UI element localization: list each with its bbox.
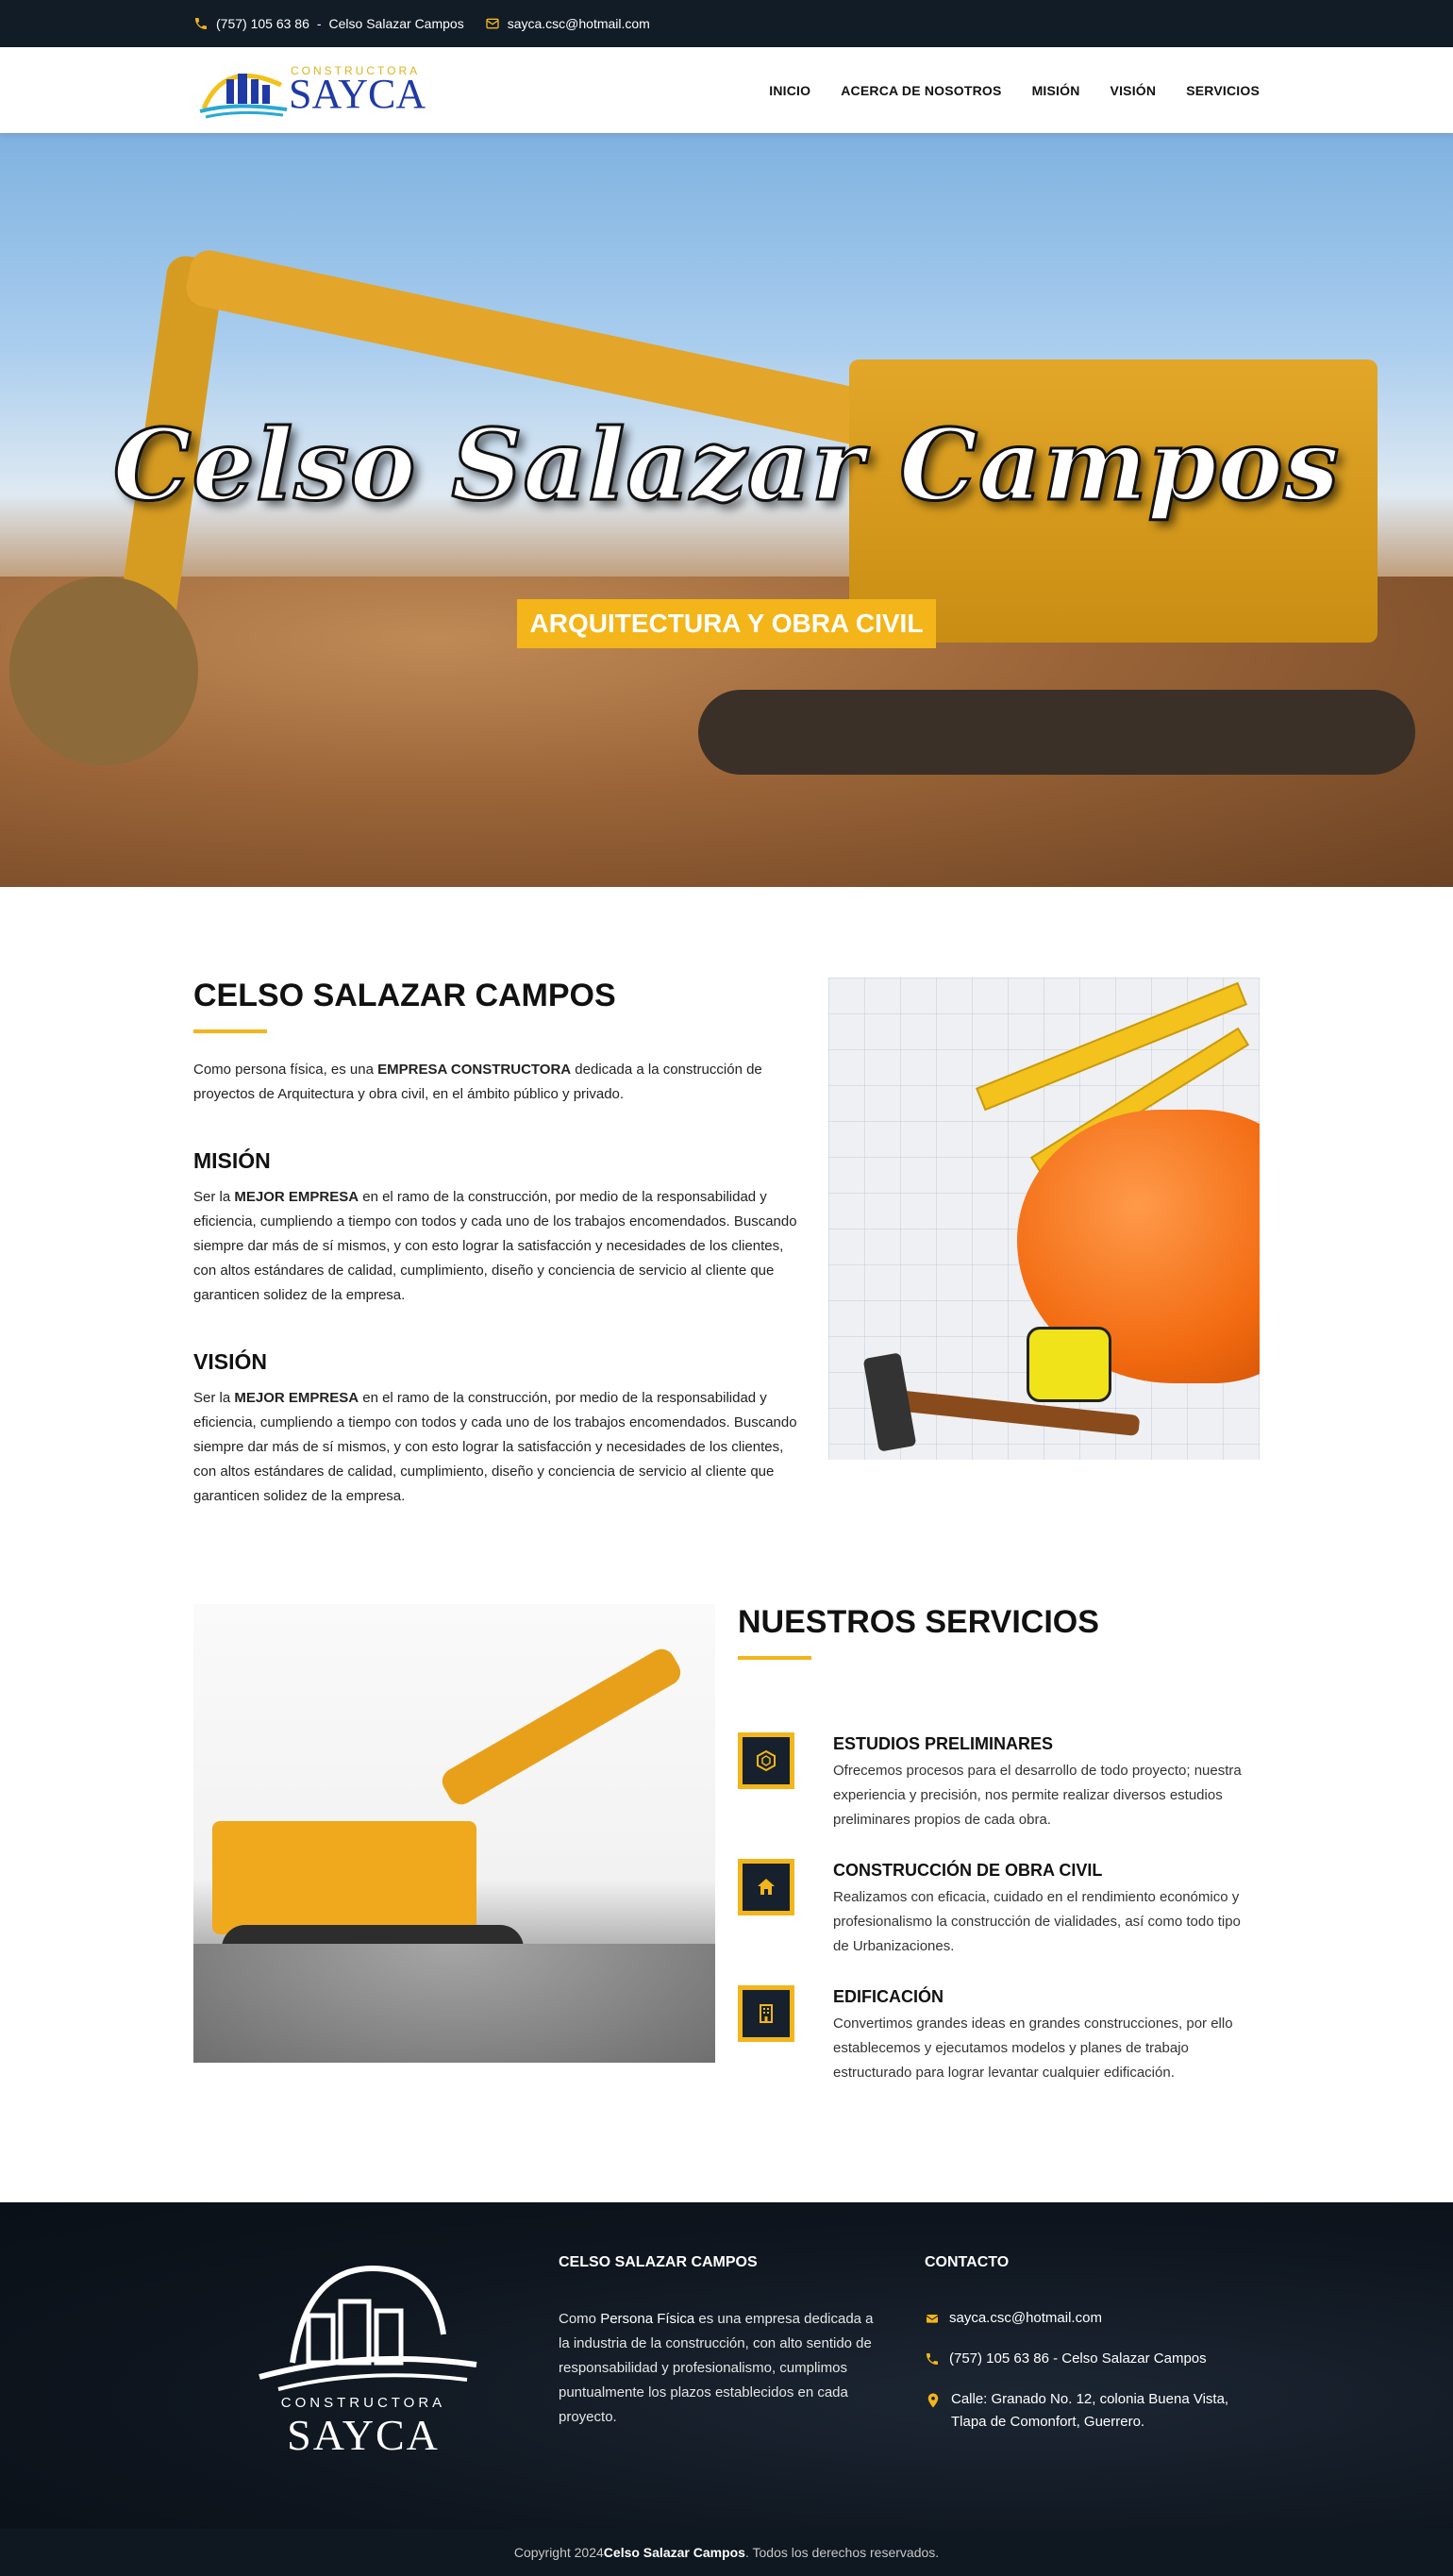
logo-name: SAYCA (289, 71, 426, 117)
vision-title: VISIÓN (193, 1349, 267, 1374)
vision-text: Ser la MEJOR EMPRESA en el ramo de la co… (193, 1386, 797, 1509)
mision-pre: Ser la (193, 1189, 235, 1205)
mision-post: en el ramo de la construcción, por medio… (193, 1189, 797, 1303)
service-title: EDIFICACIÓN (833, 1987, 944, 2006)
topbar-phone[interactable]: (757) 105 63 86 - Celso Salazar Campos (193, 16, 464, 31)
gravel-pile (193, 1944, 715, 2063)
top-bar: (757) 105 63 86 - Celso Salazar Campos s… (0, 0, 1453, 47)
services-excavator-image (193, 1604, 715, 2063)
copyright-pre: Copyright 2024 (513, 2545, 604, 2560)
about-title: CELSO SALAZAR CAMPOS (193, 978, 616, 1013)
hexagon-icon (738, 1732, 794, 1789)
service-title: CONSTRUCCIÓN DE OBRA CIVIL (833, 1861, 1103, 1880)
footer-about: CELSO SALAZAR CAMPOS Como Persona Física… (559, 2254, 884, 2430)
service-text: Realizamos con eficacia, cuidado en el r… (833, 1889, 1241, 1954)
footer-email-text: sayca.csc@hotmail.com (949, 2310, 1102, 2326)
footer-about-text: Como Persona Física es una empresa dedic… (559, 2307, 884, 2430)
vision-bold: MEJOR EMPRESA (234, 1390, 359, 1406)
topbar-phone-text: (757) 105 63 86 (216, 16, 309, 31)
main-nav: INICIO ACERCA DE NOSOTROS MISIÓN VISIÓN … (769, 47, 1260, 133)
about-intro-pre: Como persona física, es una (193, 1062, 378, 1078)
copyright-bar: Copyright 2024 Celso Salazar Campos. Tod… (0, 2529, 1453, 2576)
copyright-post: . Todos los derechos reservados. (744, 2545, 940, 2560)
vision-pre: Ser la (193, 1390, 235, 1406)
phone-icon (195, 18, 207, 29)
footer-contact-title: CONTACTO (925, 2254, 1010, 2270)
about-tools-image (828, 978, 1260, 1460)
mail-icon (486, 18, 499, 29)
hero-excavator-track (698, 690, 1415, 775)
services-title: NUESTROS SERVICIOS (738, 1604, 1099, 1640)
topbar-email[interactable]: sayca.csc@hotmail.com (485, 16, 650, 31)
service-text: Convertimos grandes ideas en grandes con… (833, 2016, 1233, 2081)
site-footer: CONSTRUCTORA SAYCA CELSO SALAZAR CAMPOS … (0, 2202, 1453, 2529)
logo-building-icon (199, 73, 288, 119)
nav-acerca[interactable]: ACERCA DE NOSOTROS (841, 83, 1001, 98)
mision-title: MISIÓN (193, 1148, 271, 1173)
mail-icon (926, 2315, 939, 2323)
hero-title: Celso Salazar Campos (111, 406, 1341, 525)
footer-phone[interactable]: (757) 105 63 86 - Celso Salazar Campos (925, 2348, 1245, 2370)
footer-logo-name: SAYCA (287, 2411, 440, 2459)
mision-bold: MEJOR EMPRESA (234, 1189, 359, 1205)
excavator-body (212, 1821, 476, 1934)
title-underline (193, 1029, 267, 1033)
phone-icon (927, 2353, 938, 2365)
vision-post: en el ramo de la construcción, por medio… (193, 1390, 797, 1504)
excavator-arm (437, 1644, 686, 1810)
hero-excavator-bucket (9, 577, 198, 765)
nav-inicio[interactable]: INICIO (769, 83, 810, 98)
nav-mision[interactable]: MISIÓN (1032, 83, 1080, 98)
footer-about-post: es una empresa dedicada a la industria d… (559, 2311, 874, 2425)
hero-badge: ARQUITECTURA Y OBRA CIVIL (517, 599, 936, 648)
footer-phone-text: (757) 105 63 86 - Celso Salazar Campos (949, 2350, 1207, 2367)
service-text: Ofrecemos procesos para el desarrollo de… (833, 1763, 1242, 1828)
footer-contact: CONTACTO sayca.csc@hotmail.com (757) 105… (925, 2254, 1245, 2451)
copyright-bold: Celso Salazar Campos (603, 2545, 745, 2560)
services-section: NUESTROS SERVICIOS ESTUDIOS PRELIMINARES… (738, 1604, 1260, 2081)
site-logo[interactable]: CONSTRUCTORA SAYCA (196, 57, 432, 123)
about-intro: Como persona física, es una EMPRESA CONS… (193, 1058, 797, 1107)
footer-address: Calle: Granado No. 12, colonia Buena Vis… (925, 2388, 1245, 2434)
nav-vision[interactable]: VISIÓN (1111, 83, 1157, 98)
hero-banner: Celso Salazar Campos ARQUITECTURA Y OBRA… (0, 133, 1453, 887)
service-title: ESTUDIOS PRELIMINARES (833, 1734, 1054, 1753)
footer-logo-building-icon (259, 2265, 477, 2391)
map-pin-icon (927, 2393, 939, 2408)
footer-about-pre: Como (559, 2311, 601, 2327)
footer-address-text: Calle: Granado No. 12, colonia Buena Vis… (951, 2391, 1229, 2430)
building-icon (738, 1985, 794, 2042)
footer-logo[interactable]: CONSTRUCTORA SAYCA (241, 2259, 486, 2459)
topbar-email-text: sayca.csc@hotmail.com (507, 16, 650, 31)
home-icon (738, 1859, 794, 1915)
footer-about-title: CELSO SALAZAR CAMPOS (559, 2254, 758, 2270)
footer-about-bold: Persona Física (600, 2311, 695, 2327)
mision-text: Ser la MEJOR EMPRESA en el ramo de la co… (193, 1185, 797, 1308)
site-header: CONSTRUCTORA SAYCA INICIO ACERCA DE NOSO… (0, 47, 1453, 133)
title-underline (738, 1656, 811, 1660)
tape-measure (1027, 1327, 1111, 1402)
nav-servicios[interactable]: SERVICIOS (1186, 83, 1260, 98)
topbar-owner: Celso Salazar Campos (328, 16, 464, 31)
about-section: CELSO SALAZAR CAMPOS Como persona física… (193, 978, 797, 1509)
about-intro-bold: EMPRESA CONSTRUCTORA (377, 1062, 572, 1078)
topbar-separator: - (316, 16, 322, 31)
footer-logo-tagline: CONSTRUCTORA (280, 2395, 446, 2411)
footer-email[interactable]: sayca.csc@hotmail.com (925, 2307, 1245, 2330)
